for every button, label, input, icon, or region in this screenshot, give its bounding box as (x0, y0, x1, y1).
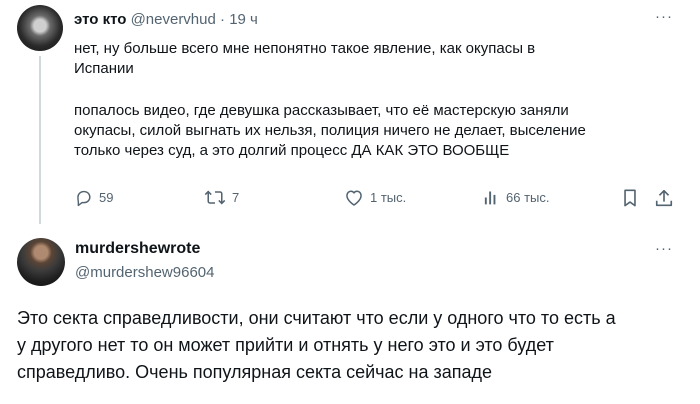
author-handle[interactable]: @nevervhud (131, 11, 216, 28)
tweet-text-line: окупасы, силой выгнать их нельзя, полици… (74, 122, 586, 139)
bookmark-icon (624, 189, 636, 207)
heart-icon (346, 190, 362, 206)
tweet-actions: 59 7 1 тыс. 66 тыс. (74, 188, 674, 212)
tweet-time[interactable]: 19 ч (229, 11, 258, 28)
separator-dot: · (220, 11, 226, 28)
retweet-button[interactable]: 7 (204, 188, 239, 207)
reply-text-line: Это секта справедливости, они считают чт… (17, 308, 616, 328)
share-icon (655, 189, 673, 207)
views-button[interactable]: 66 тыс. (482, 188, 549, 207)
like-count: 1 тыс. (370, 190, 407, 205)
author-handle[interactable]: @murdershew96604 (75, 264, 214, 281)
avatar[interactable] (17, 5, 63, 51)
reply-text-line: справедливо. Очень популярная секта сейч… (17, 362, 493, 382)
original-tweet: это кто @nevervhud · 19 ч ··· нет, ну бо… (0, 0, 700, 226)
reply-text: Это секта справедливости, они считают чт… (17, 305, 682, 386)
retweet-icon (204, 190, 226, 205)
views-chart-icon (484, 191, 496, 205)
more-options-icon[interactable]: ··· (655, 8, 673, 25)
reply-count: 59 (99, 190, 114, 205)
avatar[interactable] (17, 238, 65, 286)
reply-button[interactable]: 59 (74, 188, 113, 207)
retweet-count: 7 (232, 190, 240, 205)
tweet-text-line: попалось видео, где девушка рассказывает… (74, 102, 569, 119)
reply-icon (77, 190, 91, 207)
thread-line (39, 56, 41, 224)
tweet-text-line: Испании (74, 60, 134, 77)
more-options-icon[interactable]: ··· (655, 240, 673, 257)
bookmark-button[interactable] (621, 188, 639, 208)
tweet-text-line: нет, ну больше всего мне непонятно такое… (74, 40, 536, 57)
reply-tweet: murdershewrote @murdershew96604 ··· Это … (0, 226, 700, 404)
author-name[interactable]: murdershewrote (75, 240, 200, 258)
tweet-header: это кто @nevervhud · 19 ч (74, 11, 258, 28)
view-count: 66 тыс. (506, 190, 550, 205)
share-button[interactable] (654, 188, 674, 208)
tweet-text: нет, ну больше всего мне непонятно такое… (74, 39, 684, 161)
like-button[interactable]: 1 тыс. (344, 188, 406, 207)
tweet-text-line: только через суд, а это долгий процесс Д… (74, 142, 510, 159)
author-name[interactable]: это кто (74, 11, 126, 28)
reply-text-line: у другого нет то он может прийти и отнят… (17, 335, 554, 355)
